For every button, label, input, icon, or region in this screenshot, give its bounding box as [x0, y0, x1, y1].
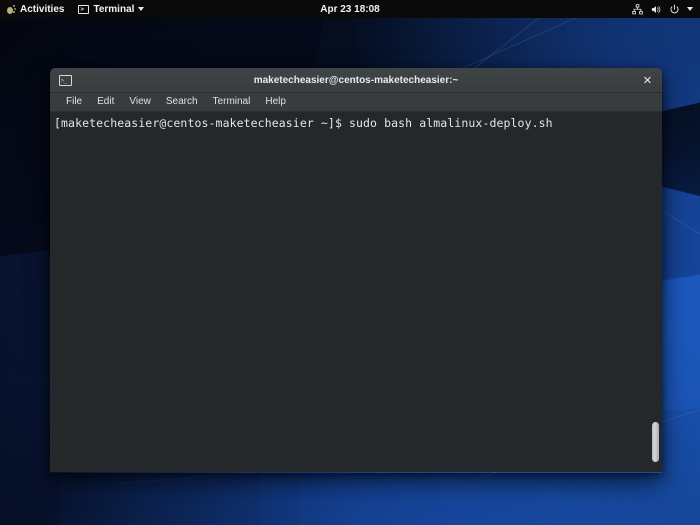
gnome-top-bar: Activities Terminal Apr 23 18:08: [0, 0, 700, 18]
menu-item-edit[interactable]: Edit: [90, 95, 121, 109]
menu-item-search[interactable]: Search: [159, 95, 205, 109]
chevron-down-icon: [687, 7, 693, 11]
app-menu-terminal[interactable]: Terminal: [71, 0, 151, 18]
scrollbar-thumb[interactable]: [652, 422, 659, 462]
top-bar-left-group: Activities Terminal: [0, 0, 151, 18]
power-icon: [669, 3, 680, 15]
terminal-icon: [59, 74, 72, 86]
network-icon: [632, 3, 643, 15]
gnome-foot-icon: [7, 4, 16, 14]
system-status-area[interactable]: [632, 0, 696, 18]
window-title: maketecheasier@centos-maketecheasier:~: [253, 74, 459, 86]
terminal-scrollbar[interactable]: [649, 112, 662, 472]
menu-item-view[interactable]: View: [122, 95, 158, 109]
activities-button[interactable]: Activities: [0, 0, 71, 18]
volume-icon: [650, 4, 662, 15]
menu-item-file[interactable]: File: [59, 95, 89, 109]
caret-down-icon: [138, 7, 145, 11]
terminal-command-line: [maketecheasier@centos-maketecheasier ~]…: [54, 116, 553, 130]
menu-item-terminal[interactable]: Terminal: [206, 95, 258, 109]
app-menu-label: Terminal: [93, 3, 135, 15]
close-button[interactable]: ✕: [640, 73, 655, 88]
activities-label: Activities: [20, 3, 65, 15]
terminal-icon: [78, 4, 90, 15]
terminal-window: maketecheasier@centos-maketecheasier:~ ✕…: [50, 68, 662, 473]
terminal-content-area[interactable]: [maketecheasier@centos-maketecheasier ~]…: [50, 112, 662, 472]
menu-bar: File Edit View Search Terminal Help: [50, 93, 662, 112]
menu-item-help[interactable]: Help: [258, 95, 293, 109]
window-titlebar[interactable]: maketecheasier@centos-maketecheasier:~ ✕: [50, 68, 662, 93]
